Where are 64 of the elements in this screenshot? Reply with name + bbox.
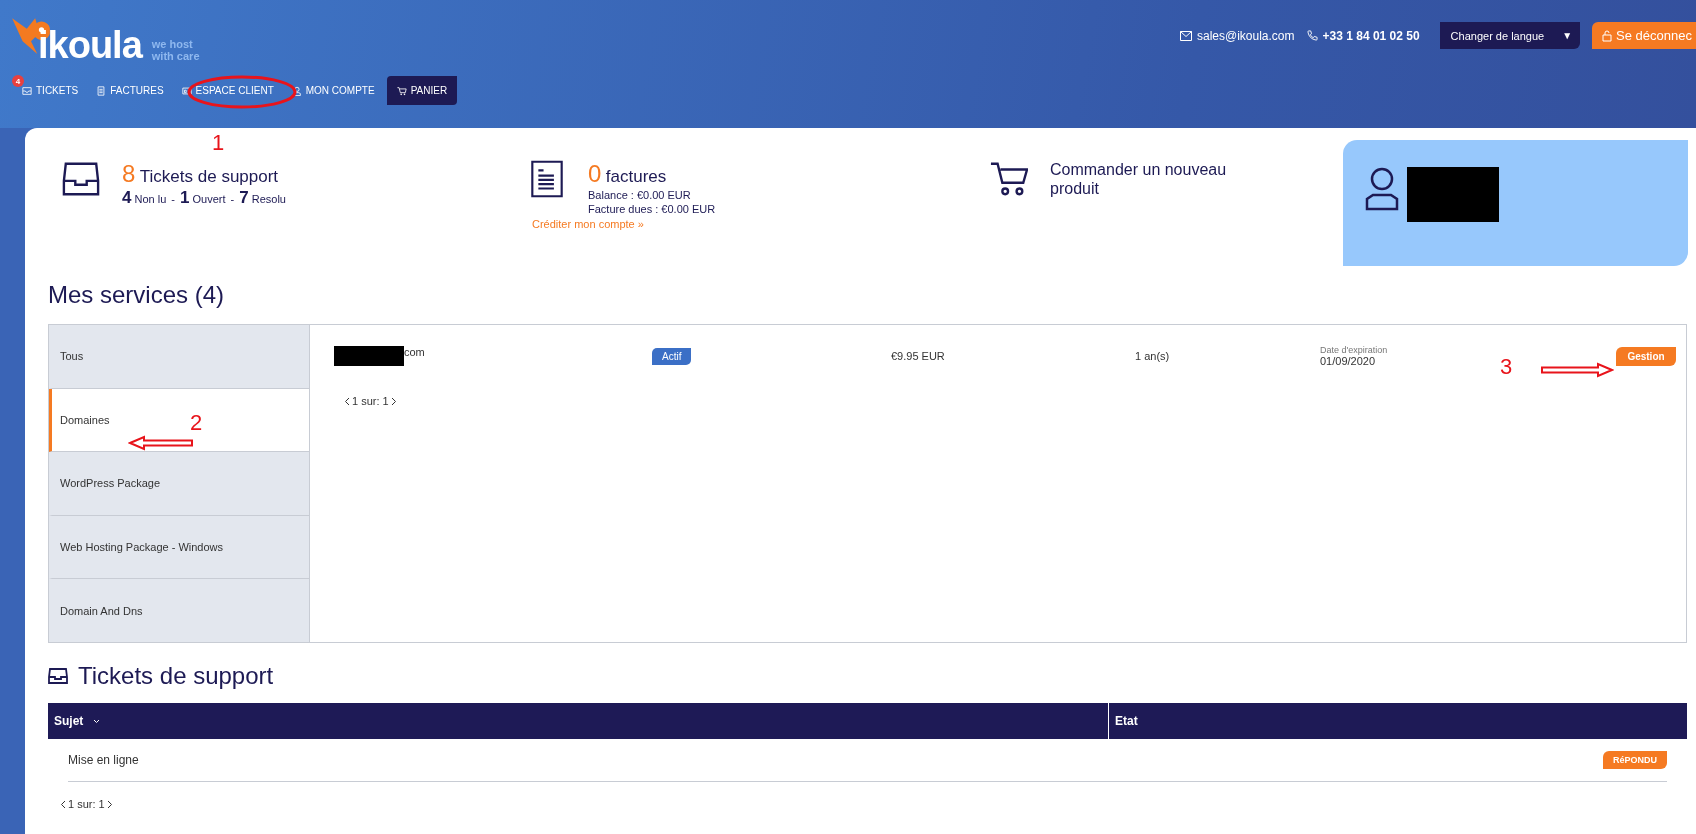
phone-number: +33 1 84 01 02 50 xyxy=(1322,28,1420,43)
annotation-number: 3 xyxy=(1500,354,1513,380)
padlock-icon xyxy=(1602,29,1613,42)
ticket-count: 8 xyxy=(122,160,136,187)
count-badge: 4 xyxy=(12,75,24,87)
logo-tagline: we host xyxy=(151,38,194,50)
category-tab[interactable]: WordPress Package xyxy=(49,452,309,516)
chevron-down-icon[interactable] xyxy=(93,718,101,724)
category-tab[interactable]: Domain And Dns xyxy=(49,579,309,642)
column-header[interactable]: Sujet xyxy=(54,714,84,728)
inbox-icon xyxy=(48,667,68,685)
nav-link[interactable]: MON COMPTE xyxy=(285,77,381,104)
user-icon xyxy=(1365,167,1399,211)
chevron-left-icon[interactable] xyxy=(60,799,66,809)
category-tab[interactable]: Web Hosting Package - Windows xyxy=(49,515,309,580)
chevron-right-icon[interactable] xyxy=(106,799,113,809)
expiry-date: 01/09/2020 xyxy=(1320,355,1377,367)
invoices-title: factures xyxy=(605,167,667,186)
separator-text: - xyxy=(230,193,235,205)
column-header[interactable]: Etat xyxy=(1115,714,1138,728)
domain-name[interactable]: com xyxy=(404,346,425,358)
section-title: Tickets de support xyxy=(78,662,274,690)
logo-tagline: with care xyxy=(151,50,200,62)
balance-text: Balance : €0.00 EUR xyxy=(588,188,692,202)
inbox-icon xyxy=(22,85,32,96)
tickets-title: Tickets de support xyxy=(139,167,279,186)
cart-icon xyxy=(396,85,407,96)
document-icon xyxy=(96,85,107,96)
stat-text: 7 Resolu xyxy=(239,188,286,208)
period-text: 1 an(s) xyxy=(1135,350,1171,362)
inbox-icon xyxy=(62,160,100,198)
stat-text: 4 Non lu xyxy=(122,188,167,208)
pagination-text: 1 sur: 1 xyxy=(352,395,389,407)
status-badge: Actif xyxy=(652,347,692,365)
cart-icon xyxy=(990,160,1028,198)
nav-link[interactable]: PANIER xyxy=(386,76,458,105)
left-arrow-icon xyxy=(128,435,194,451)
language-dropdown[interactable]: Changer de langue ▼ xyxy=(1439,22,1581,49)
section-title: Mes services (4) xyxy=(48,280,226,310)
order-link[interactable]: Commander un nouveau produit xyxy=(1050,160,1250,198)
nav-link[interactable]: FACTURES xyxy=(90,77,170,104)
category-tab[interactable]: Tous xyxy=(49,325,309,389)
stat-text: 1 Ouvert xyxy=(180,188,226,208)
email-link[interactable]: sales@ikoula.com xyxy=(1196,28,1295,43)
price-text: €9.95 EUR xyxy=(891,350,946,362)
pagination-text: 1 sur: 1 xyxy=(68,798,105,810)
annotation-number: 1 xyxy=(212,130,225,156)
chevron-left-icon[interactable] xyxy=(344,396,350,406)
status-badge: RéPONDU xyxy=(1603,751,1667,769)
chevron-right-icon[interactable] xyxy=(390,396,397,406)
annotation-number: 2 xyxy=(190,410,203,436)
mail-icon xyxy=(1179,30,1192,41)
due-text: Facture dues : €0.00 EUR xyxy=(588,202,716,216)
expiry-label: Date d'expiration xyxy=(1320,345,1388,355)
invoice-count: 0 xyxy=(588,160,602,187)
document-icon xyxy=(528,160,566,198)
logo-wordmark: ikoula xyxy=(38,26,142,64)
redaction-block xyxy=(334,346,404,366)
ticket-subject[interactable]: Mise en ligne xyxy=(68,753,139,767)
id-card-icon xyxy=(181,85,192,96)
phone-icon xyxy=(1306,30,1318,41)
separator-text: - xyxy=(171,193,175,205)
right-arrow-icon xyxy=(1540,362,1614,378)
nav-link[interactable]: ESPACE CLIENT xyxy=(175,77,280,104)
